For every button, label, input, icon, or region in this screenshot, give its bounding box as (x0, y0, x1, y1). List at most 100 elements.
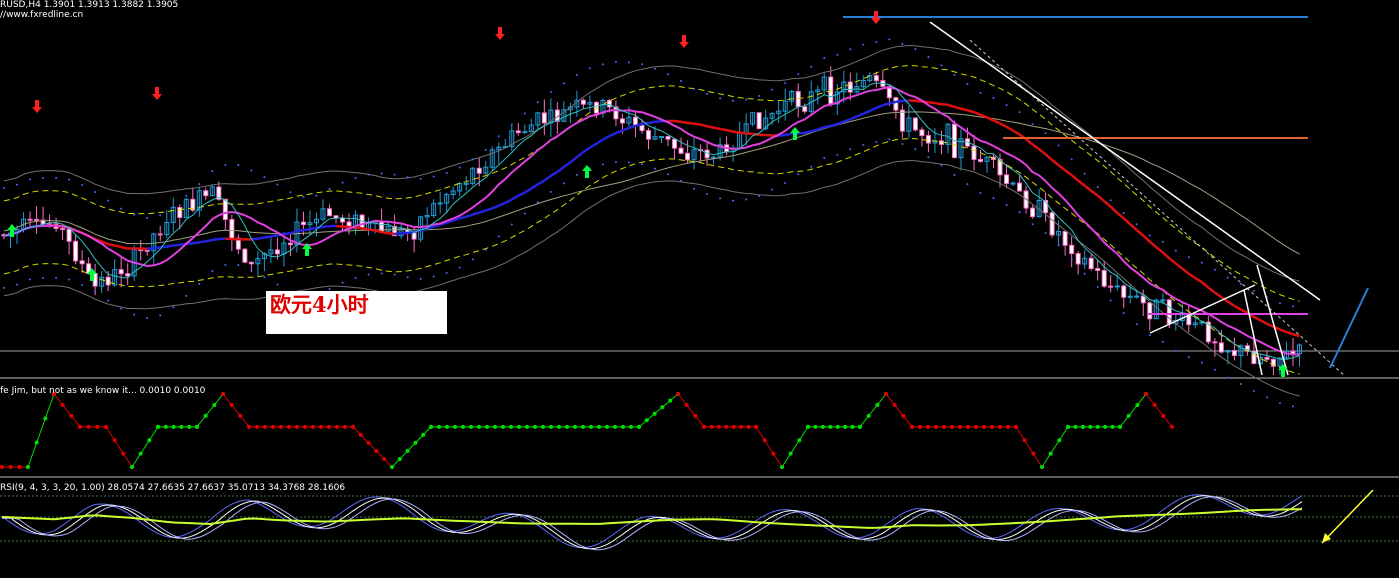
dotted-band-lower (276, 283, 278, 285)
dotted-band-upper (993, 97, 995, 99)
dotted-band-lower (615, 161, 617, 163)
dotted-band-upper (29, 178, 31, 180)
dotted-band-upper (133, 214, 135, 216)
dotted-band-lower (563, 182, 565, 184)
signal-dot (319, 425, 323, 429)
trend-ma-segment (824, 126, 831, 127)
signal-dot (121, 452, 125, 456)
dotted-band-lower (1240, 383, 1242, 385)
signal-dot (966, 425, 970, 429)
dotted-band-lower (849, 148, 851, 150)
trend-ma-segment (1124, 218, 1131, 224)
candle-body (61, 229, 65, 230)
trend-ma-segment (486, 208, 493, 210)
trend-ma-segment (147, 248, 154, 249)
dotted-band-lower (159, 314, 161, 316)
candle-body (464, 183, 468, 184)
dotted-band-upper (1084, 173, 1086, 175)
signal-dot (104, 425, 108, 429)
candle-body (1076, 254, 1080, 264)
dotted-band-lower (42, 277, 44, 279)
dotted-band-upper (680, 80, 682, 82)
dotted-band-upper (276, 183, 278, 185)
signal-segment (197, 394, 223, 427)
signal-dot (875, 403, 879, 407)
trend-ma-segment (740, 133, 747, 134)
dotted-band-lower (198, 283, 200, 285)
trend-ma-segment (994, 121, 1001, 124)
dotted-band-lower (862, 144, 864, 146)
trend-ma-segment (1208, 288, 1215, 293)
trend-ma-segment (525, 189, 532, 193)
candle-body (301, 222, 305, 224)
signal-dot (771, 452, 775, 456)
signal-dot (950, 425, 954, 429)
candle-body (243, 249, 247, 262)
dotted-band-upper (472, 158, 474, 160)
signal-segment (353, 427, 392, 467)
signal-dot (1066, 425, 1070, 429)
trend-ma-segment (635, 124, 642, 125)
signal-dot (541, 425, 545, 429)
dotted-band-upper (836, 54, 838, 56)
trend-ma-segment (857, 114, 864, 117)
signal-dot (477, 425, 481, 429)
dotted-band-upper (615, 61, 617, 63)
dotted-band-lower (185, 295, 187, 297)
dotted-band-lower (1292, 405, 1294, 407)
signal-dot (918, 425, 922, 429)
trend-ma-segment (557, 167, 564, 172)
signal-dot (343, 425, 347, 429)
trend-ma-segment (609, 133, 616, 136)
trend-ma-segment (733, 132, 740, 133)
dotted-band-upper (120, 208, 122, 210)
candle-body (803, 107, 807, 112)
dotted-band-upper (849, 48, 851, 50)
candle-body (328, 209, 332, 216)
signal-dot (130, 465, 134, 469)
trend-ma-segment (1137, 230, 1144, 236)
trend-ma-segment (564, 162, 571, 167)
dotted-band-upper (524, 113, 526, 115)
signal-dot (1006, 425, 1010, 429)
trend-ma-segment (1007, 127, 1014, 131)
dotted-band-upper (797, 73, 799, 75)
signal-segment (1042, 427, 1068, 467)
signal-dot (789, 452, 793, 456)
signal-dot (843, 425, 847, 429)
candle-body (913, 118, 917, 130)
dotted-band-lower (420, 278, 422, 280)
dotted-band-upper (3, 187, 5, 189)
signal-dot (382, 457, 386, 461)
signal-dot (1170, 425, 1174, 429)
trend-ma-segment (1254, 317, 1261, 320)
dotted-band-upper (888, 38, 890, 40)
trend-ma-segment (655, 121, 662, 122)
dotted-band-upper (1045, 132, 1047, 134)
trend-ma-segment (173, 245, 180, 246)
signal-dot (565, 425, 569, 429)
signal-dot (763, 438, 767, 442)
dotted-band-upper (1149, 234, 1151, 236)
signal-dot (754, 425, 758, 429)
dotted-band-lower (940, 164, 942, 166)
signal-dot (230, 403, 234, 407)
dotted-band-lower (485, 249, 487, 251)
trend-ma-segment (648, 122, 655, 123)
trend-ma-segment (1098, 196, 1105, 202)
signal-dot (485, 425, 489, 429)
signal-dot (525, 425, 529, 429)
dotted-band-upper (901, 43, 903, 45)
candle-body (1148, 303, 1152, 319)
signal-dot (660, 405, 664, 409)
candle-body (438, 203, 442, 204)
dotted-band-lower (966, 183, 968, 185)
trend-ma-segment (1072, 175, 1079, 181)
dotted-band-upper (693, 88, 695, 90)
trend-ma-segment (1163, 253, 1170, 259)
signal-dot (1103, 425, 1107, 429)
dotted-band-lower (732, 200, 734, 202)
dotted-band-upper (1227, 277, 1229, 279)
candle-body (666, 137, 670, 140)
signal-dot (637, 425, 641, 429)
